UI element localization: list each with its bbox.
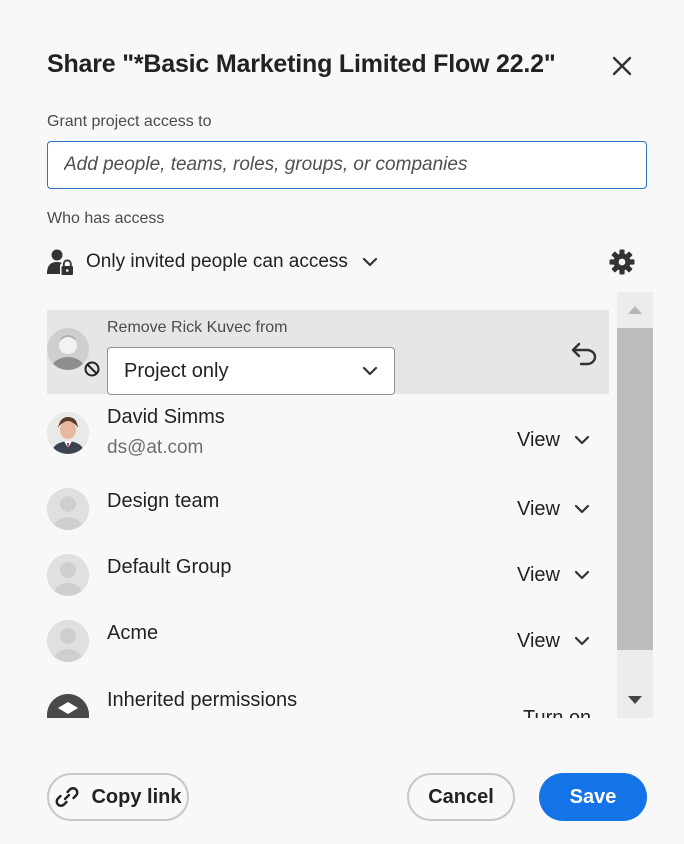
member-row: Default Group View bbox=[47, 552, 609, 600]
chevron-down-icon bbox=[574, 435, 590, 445]
permission-label: View bbox=[517, 428, 560, 451]
ban-icon bbox=[83, 360, 101, 378]
share-dialog: Share "*Basic Marketing Limited Flow 22.… bbox=[0, 0, 684, 844]
list-scrollbar[interactable] bbox=[617, 292, 653, 718]
inherited-toggle-button[interactable]: Turn on bbox=[523, 704, 605, 719]
avatar bbox=[47, 488, 89, 530]
avatar bbox=[47, 412, 89, 454]
remove-user-label: Remove Rick Kuvec from bbox=[107, 319, 288, 336]
permission-dropdown[interactable]: View bbox=[517, 561, 590, 589]
scroll-up-button[interactable] bbox=[617, 292, 653, 328]
copy-link-button[interactable]: Copy link bbox=[47, 773, 189, 821]
close-button[interactable] bbox=[606, 50, 638, 82]
scroll-down-button[interactable] bbox=[617, 682, 653, 718]
undo-removal-button[interactable] bbox=[569, 340, 601, 368]
member-name: David Simms bbox=[107, 406, 225, 428]
avatar bbox=[47, 620, 89, 662]
add-people-field bbox=[47, 141, 647, 189]
permission-dropdown[interactable]: View bbox=[517, 495, 590, 523]
member-row: Design team View bbox=[47, 486, 609, 534]
permission-dropdown[interactable]: View bbox=[517, 627, 590, 655]
member-name: Default Group bbox=[107, 556, 232, 578]
access-list: Remove Rick Kuvec from Project only Davi… bbox=[47, 292, 653, 718]
permission-label: View bbox=[517, 563, 560, 586]
inherited-permissions-label: Inherited permissions bbox=[107, 689, 298, 711]
removal-scope-select[interactable]: Project only bbox=[107, 347, 395, 395]
dialog-title: Share "*Basic Marketing Limited Flow 22.… bbox=[47, 50, 556, 78]
access-mode-dropdown[interactable]: Only invited people can access bbox=[47, 246, 378, 278]
permission-label: View bbox=[517, 497, 560, 520]
scroll-up-icon bbox=[628, 306, 642, 314]
inherited-permissions-row: Inherited permissions Turn on bbox=[47, 684, 609, 718]
scroll-down-icon bbox=[628, 696, 642, 704]
grant-access-label: Grant project access to bbox=[47, 113, 212, 130]
cancel-label: Cancel bbox=[428, 785, 494, 808]
inherited-action-label: Turn on bbox=[523, 706, 592, 719]
avatar bbox=[47, 554, 89, 596]
chevron-down-icon bbox=[574, 636, 590, 646]
removal-scope-value: Project only bbox=[124, 359, 229, 382]
pending-removal-row: Remove Rick Kuvec from Project only bbox=[47, 310, 609, 395]
add-people-input[interactable] bbox=[48, 142, 646, 188]
link-icon bbox=[56, 787, 79, 807]
chevron-down-icon bbox=[362, 257, 378, 267]
member-name: Design team bbox=[107, 490, 220, 512]
permission-dropdown[interactable]: View bbox=[517, 426, 590, 454]
member-email: ds@at.com bbox=[107, 437, 204, 458]
person-lock-icon bbox=[47, 249, 73, 275]
permission-label: View bbox=[517, 629, 560, 652]
save-button[interactable]: Save bbox=[539, 773, 647, 821]
member-row: Acme View bbox=[47, 618, 609, 666]
cancel-button[interactable]: Cancel bbox=[407, 773, 515, 821]
access-mode-label: Only invited people can access bbox=[86, 251, 348, 272]
chevron-down-icon bbox=[362, 366, 378, 376]
member-name: Acme bbox=[107, 622, 159, 644]
chevron-down-icon bbox=[574, 504, 590, 514]
scroll-thumb[interactable] bbox=[617, 328, 653, 650]
copy-link-label: Copy link bbox=[91, 785, 182, 808]
gear-icon bbox=[609, 249, 635, 275]
member-row: David Simms ds@at.com View bbox=[47, 404, 609, 464]
chevron-down-icon bbox=[574, 570, 590, 580]
undo-icon bbox=[571, 342, 597, 366]
inherited-icon bbox=[47, 694, 89, 718]
who-has-access-label: Who has access bbox=[47, 210, 165, 227]
access-settings-button[interactable] bbox=[608, 248, 636, 276]
save-label: Save bbox=[569, 785, 617, 808]
close-icon bbox=[612, 56, 632, 76]
